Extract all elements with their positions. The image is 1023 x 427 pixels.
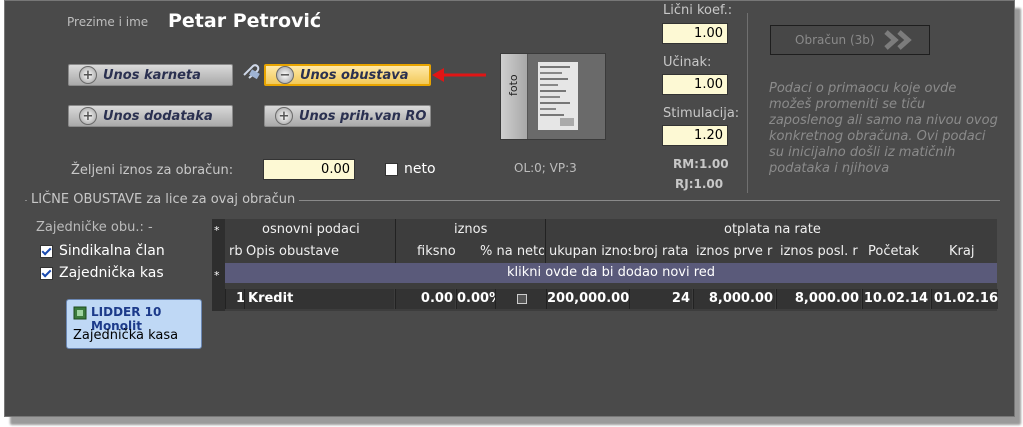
plus-icon: + [79, 66, 97, 84]
unos-karneta-label: Unos karneta [103, 67, 201, 83]
plus-icon: + [275, 107, 293, 125]
neto-checkbox[interactable]: neto [385, 161, 436, 177]
name-label: Prezime i ime [67, 15, 149, 29]
zeljeni-iznos-label: Željeni iznos za obračun: [71, 163, 234, 178]
plus-icon: + [79, 107, 97, 125]
cell-rb[interactable]: 1 [225, 289, 245, 309]
vertical-divider [747, 13, 748, 193]
zajednicka-kasa-checkbox-box[interactable] [40, 266, 53, 280]
unos-obustava-button[interactable]: − Unos obustava [264, 64, 431, 86]
col-ukupan[interactable]: ukupan iznos [549, 244, 631, 259]
zeljeni-iznos-input[interactable]: 0.00 [263, 159, 355, 180]
cell-fiksno[interactable]: 0.00 [395, 289, 455, 309]
add-new-row[interactable]: klikni ovde da bi dodao novi red [225, 263, 997, 283]
col-iznos-posl[interactable]: iznos posl. r [780, 244, 862, 259]
sindikalna-checkbox-box[interactable] [40, 244, 53, 258]
ucinak-input[interactable]: 1.00 [662, 74, 728, 95]
col-procenat[interactable]: % na neto [480, 244, 544, 259]
grid-group-header: osnovni podaci iznos otplata na rate [212, 219, 997, 263]
unos-prih-label: Unos prih.van RO [299, 108, 427, 124]
new-row-star-marker: * [214, 269, 220, 282]
col-broj-rata[interactable]: broj rata [633, 244, 693, 259]
foto-tab-label: foto [507, 74, 520, 96]
col-iznos-prve[interactable]: iznos prve r [696, 244, 778, 259]
col-opis[interactable]: Opis obustave [246, 244, 339, 259]
cell-broj-rata[interactable]: 24 [629, 289, 692, 309]
obracun-panel: Prezime i ime Petar Petrović + Unos karn… [4, 0, 1015, 417]
col-kraj[interactable]: Kraj [949, 244, 974, 259]
red-arrow-icon [432, 68, 486, 82]
ol-vp-status: OL:0; VP:3 [514, 161, 577, 175]
neto-checkbox-box[interactable] [385, 162, 398, 176]
stimulacija-label: Stimulacija: [663, 106, 740, 121]
sindikalna-checkbox[interactable]: Sindikalna član [40, 243, 165, 259]
monolit-app-icon [73, 306, 87, 320]
sindikalna-label: Sindikalna član [59, 243, 165, 259]
obracun-button[interactable]: Obračun (3b) [770, 25, 930, 55]
photo-image [538, 62, 578, 130]
licne-obustave-title: LIČNE OBUSTAVE za lice za ovaj obračun [27, 192, 300, 207]
rj-value: RJ:1.00 [675, 177, 724, 191]
group-osnovni: osnovni podaci [262, 222, 360, 237]
table-row[interactable]: 1 Kredit 0.00 0.00% 200,000.00 24 8,000.… [225, 289, 998, 309]
unos-dodataka-label: Unos dodataka [103, 108, 213, 124]
cell-iznos-posl[interactable]: 8,000.00 [776, 289, 861, 309]
employee-name: Petar Petrović [168, 10, 322, 32]
tooltip: LIDDER 10 Monolit Zajednička kasa [66, 299, 202, 349]
rm-value: RM:1.00 [673, 157, 729, 171]
double-chevron-right-icon [883, 30, 912, 50]
licni-koef-label: Lični koef.: [663, 3, 733, 18]
licne-obustave-groupbox: LIČNE OBUSTAVE za lice za ovaj obračun [25, 192, 1000, 207]
zajednicka-kasa-label: Zajednička kas [59, 265, 164, 281]
foto-tab[interactable]: foto [501, 54, 528, 139]
unos-prih-button[interactable]: + Unos prih.van RO [264, 105, 431, 127]
ucinak-label: Učinak: [663, 55, 712, 70]
photo-box[interactable]: foto [500, 53, 606, 140]
cell-kraj[interactable]: 01.02.16 [931, 289, 998, 309]
cell-procenat[interactable]: 0.00% [456, 289, 495, 309]
cell-iznos-prve[interactable]: 8,000.00 [693, 289, 775, 309]
group-otplata: otplata na rate [724, 222, 821, 237]
neto-row-checkbox[interactable] [517, 294, 527, 304]
info-text: Podaci o primaocu koje ovde možeš promen… [769, 81, 998, 176]
obracun-label: Obračun (3b) [795, 33, 875, 47]
cell-opis[interactable]: Kredit [244, 289, 394, 309]
cell-neto-check[interactable] [495, 289, 546, 309]
stimulacija-input[interactable]: 1.20 [662, 125, 728, 146]
minus-icon: − [276, 66, 294, 84]
unos-karneta-button[interactable]: + Unos karneta [68, 64, 233, 86]
neto-label: neto [404, 161, 436, 177]
unos-dodataka-button[interactable]: + Unos dodataka [68, 105, 233, 127]
group-iznos: iznos [454, 222, 488, 237]
zajednicke-obustave-label: Zajedničke obu.: - [36, 220, 153, 235]
cell-pocetak[interactable]: 10.02.14 [862, 289, 930, 309]
col-fiksno[interactable]: fiksno [417, 244, 456, 259]
paperclip-icon[interactable] [241, 63, 263, 81]
licni-koef-input[interactable]: 1.00 [662, 23, 728, 44]
grid-column-header: rb Opis obustave fiksno % na neto ukupan… [212, 241, 997, 261]
unos-obustava-label: Unos obustava [300, 67, 409, 83]
tooltip-text: Zajednička kasa [73, 328, 179, 343]
photo-thumbnail-icon [538, 62, 578, 130]
obustave-grid: * * osnovni podaci iznos otplata na rate… [212, 219, 998, 311]
cell-ukupan[interactable]: 200,000.00 [546, 289, 629, 309]
zajednicka-kasa-checkbox[interactable]: Zajednička kas [40, 265, 164, 281]
col-pocetak[interactable]: Početak [868, 244, 919, 259]
col-rb[interactable]: rb [229, 244, 243, 259]
